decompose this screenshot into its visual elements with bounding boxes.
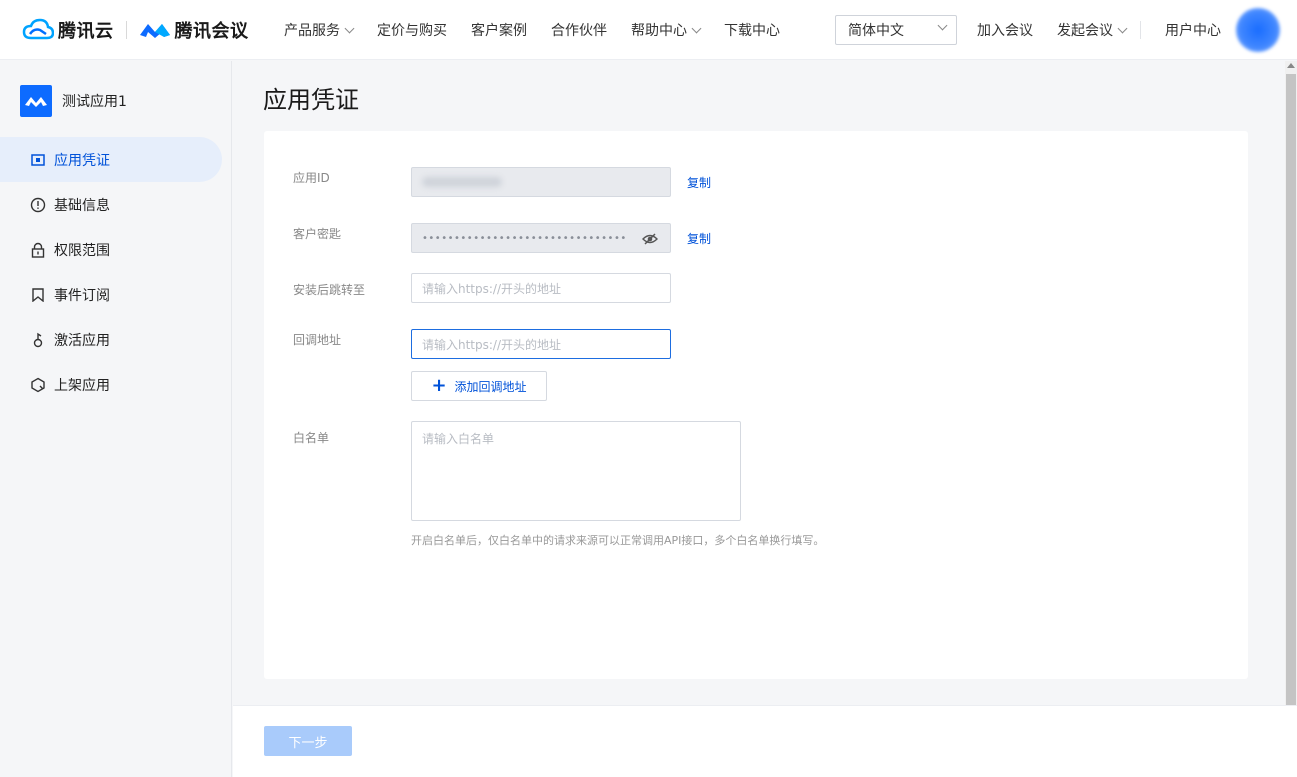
chevron-down-icon [344, 23, 355, 33]
whitelist-hint: 开启白名单后，仅白名单中的请求来源可以正常调用API接口，多个白名单换行填写。 [411, 534, 825, 547]
nav-pricing-label: 定价与购买 [377, 23, 447, 39]
language-select[interactable]: 简体中文 [835, 15, 957, 45]
user-actions: 加入会议 发起会议 用户中心 [977, 0, 1245, 60]
nav-partners-label: 合作伙伴 [551, 23, 607, 39]
nav-divider [1140, 21, 1141, 39]
activate-icon [30, 332, 46, 348]
add-callback-label: 添加回调地址 [454, 379, 527, 394]
nav-help-label: 帮助中心 [631, 23, 687, 39]
sidebar-item-publish[interactable]: 上架应用 [0, 362, 232, 407]
app-logo-icon [20, 85, 52, 117]
app-id-value-redacted [422, 177, 502, 187]
callback-label: 回调地址 [293, 333, 342, 347]
start-meeting-label: 发起会议 [1057, 23, 1113, 39]
user-center-label: 用户中心 [1165, 23, 1221, 39]
bookmark-icon [30, 287, 46, 303]
sidebar-item-label: 应用凭证 [54, 152, 110, 169]
brand-cloud-name: 腾讯云 [58, 21, 114, 42]
credential-icon [30, 152, 46, 168]
brand-meeting-name: 腾讯会议 [174, 21, 249, 42]
callback-url-placeholder: 请输入https://开头的地址 [422, 337, 562, 352]
whitelist-textarea[interactable]: 请输入白名单 [411, 421, 741, 521]
nav-partners[interactable]: 合作伙伴 [551, 20, 607, 40]
join-meeting-link[interactable]: 加入会议 [977, 20, 1033, 40]
redirect-url-placeholder: 请输入https://开头的地址 [422, 281, 562, 296]
secret-field: •••••••••••••••••••••••••••••••• [411, 223, 671, 253]
secret-value: •••••••••••••••••••••••••••••••• [422, 232, 627, 244]
sidebar-item-label: 事件订阅 [54, 287, 110, 304]
nav-products[interactable]: 产品服务 [284, 20, 355, 40]
plus-icon: + [431, 375, 447, 396]
nav-download-label: 下载中心 [724, 23, 780, 39]
add-callback-button[interactable]: + 添加回调地址 [411, 371, 547, 401]
nav-download[interactable]: 下载中心 [724, 20, 780, 40]
redirect-label: 安装后跳转至 [293, 283, 366, 297]
sidebar-item-activate[interactable]: 激活应用 [0, 317, 232, 362]
chevron-down-icon [937, 20, 948, 31]
sidebar-item-basic-info[interactable]: 基础信息 [0, 182, 232, 227]
nav-cases[interactable]: 客户案例 [471, 20, 527, 40]
scrollbar-thumb[interactable] [1286, 74, 1296, 706]
redirect-url-input[interactable]: 请输入https://开头的地址 [411, 273, 671, 303]
sidebar-item-label: 基础信息 [54, 197, 110, 214]
info-icon [30, 197, 46, 213]
nav-cases-label: 客户案例 [471, 23, 527, 39]
avatar[interactable] [1236, 8, 1280, 52]
copy-secret-button[interactable]: 复制 [687, 230, 711, 247]
app-id-label: 应用ID [293, 171, 330, 185]
tencent-meeting-logo-icon [139, 24, 170, 38]
callback-url-input[interactable]: 请输入https://开头的地址 [411, 329, 671, 359]
nav-products-label: 产品服务 [284, 23, 340, 39]
brand-divider [125, 21, 127, 39]
app-name: 测试应用1 [62, 94, 127, 110]
sidebar-item-events[interactable]: 事件订阅 [0, 272, 232, 317]
sidebar-menu: 应用凭证 基础信息 权限范围 事件订阅 激活应用 上架应用 [0, 137, 232, 407]
secret-label: 客户密匙 [293, 227, 342, 241]
join-meeting-label: 加入会议 [977, 23, 1033, 39]
lock-icon [30, 242, 46, 258]
copy-app-id-button[interactable]: 复制 [687, 174, 711, 191]
tencent-cloud-logo-icon [22, 18, 54, 40]
next-step-button[interactable]: 下一步 [264, 726, 352, 756]
publish-icon [30, 377, 46, 393]
sidebar: 测试应用1 应用凭证 基础信息 权限范围 事件订阅 激活应用 上架应用 [0, 61, 232, 777]
chevron-down-icon [1117, 23, 1128, 33]
sidebar-item-label: 权限范围 [54, 242, 110, 259]
sidebar-item-label: 上架应用 [54, 377, 110, 394]
start-meeting-link[interactable]: 发起会议 [1057, 20, 1128, 40]
whitelist-placeholder: 请输入白名单 [422, 432, 495, 446]
language-value: 简体中文 [848, 23, 904, 39]
user-center-link[interactable]: 用户中心 [1165, 20, 1221, 40]
nav-pricing[interactable]: 定价与购买 [377, 20, 447, 40]
scroll-up-icon[interactable] [1287, 63, 1295, 68]
brand-logo[interactable]: 腾讯云 腾讯会议 [22, 16, 249, 44]
main-menu: 产品服务 定价与购买 客户案例 合作伙伴 帮助中心 下载中心 [284, 0, 804, 60]
top-navigation: 腾讯云 腾讯会议 产品服务 定价与购买 客户案例 合作伙伴 帮助中心 下载中心 … [0, 0, 1297, 60]
footer-bar [233, 705, 1297, 777]
eye-hidden-icon[interactable] [642, 231, 658, 247]
whitelist-label: 白名单 [293, 431, 330, 445]
chevron-down-icon [691, 23, 702, 33]
sidebar-item-label: 激活应用 [54, 332, 110, 349]
app-id-field [411, 167, 671, 197]
sidebar-item-credentials[interactable]: 应用凭证 [0, 137, 222, 182]
app-header: 测试应用1 [20, 85, 127, 117]
nav-help[interactable]: 帮助中心 [631, 20, 702, 40]
page-title: 应用凭证 [263, 86, 359, 114]
credentials-card [264, 131, 1248, 679]
sidebar-item-permissions[interactable]: 权限范围 [0, 227, 232, 272]
